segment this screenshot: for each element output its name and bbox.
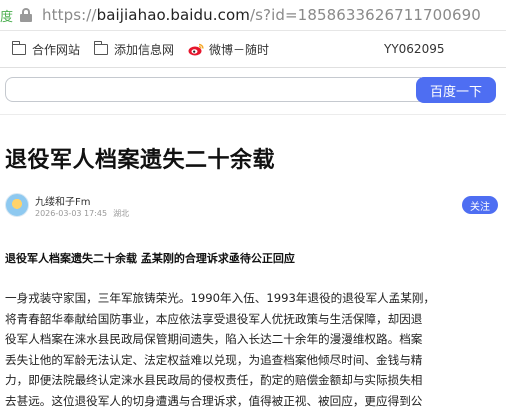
author-meta: 2026-03-03 17:45 湖北	[35, 208, 135, 219]
bookmark-folder-add-info[interactable]: 添加信息网	[93, 40, 175, 58]
author-row: 九缕和子Fm 2026-03-03 17:45 湖北 关注	[5, 193, 500, 223]
url-path: /s?id=1858633626711700690	[249, 6, 481, 24]
body-line: 去甚远。这位退役军人的切身遭遇与合理诉求，值得被正视、被回应，更应得到公	[5, 393, 423, 408]
url-scheme: https://	[42, 6, 97, 24]
article-body: 一身戎装守家国，三年军旅铸荣光。1990年入伍、1993年退役的退役军人孟某刚，…	[5, 288, 501, 411]
body-line: 力，即便法院最终认定涞水县民政局的侵权责任，酌定的赔偿金额却与实际损失相	[5, 373, 423, 387]
search-input[interactable]	[5, 77, 421, 102]
header-divider	[0, 114, 506, 115]
lock-icon	[20, 8, 34, 22]
search-area: 百度一下	[0, 68, 506, 114]
author-name[interactable]: 九缕和子Fm	[35, 193, 91, 208]
bookmark-folder-partner-sites[interactable]: 合作网站	[11, 40, 81, 58]
follow-button[interactable]: 关注	[462, 196, 498, 214]
bookmark-label: 合作网站	[32, 42, 81, 57]
search-button[interactable]: 百度一下	[416, 77, 496, 103]
bookmark-weibo[interactable]: 微博－随时	[188, 41, 269, 58]
bookmark-label: 微博－随时	[209, 42, 270, 57]
body-line: 将青春韶华奉献给国防事业，本应依法享受退役军人优抚政策与生活保障，却因退	[5, 311, 423, 326]
folder-icon	[11, 40, 26, 55]
body-line: 一身戎装守家国，三年军旅铸荣光。1990年入伍、1993年退役的退役军人孟某刚，	[5, 291, 436, 305]
article-subheading: 退役军人档案遗失二十余载 孟某刚的合理诉求亟待公正回应	[5, 252, 295, 265]
body-line: 丢失让他的军龄无法认定、法定权益难以兑现，为追查档案他倾尽时间、金钱与精	[5, 352, 423, 367]
url-host: baijiahao.baidu.com	[96, 6, 250, 24]
article-title: 退役军人档案遗失二十余载	[5, 148, 276, 173]
address-bar[interactable]: 度 https://baijiahao.baidu.com/s?id=18586…	[0, 0, 506, 31]
weibo-icon	[188, 43, 204, 55]
folder-icon	[93, 40, 109, 55]
bookmarks-bar: 合作网站 添加信息网 微博－随时 YY062095	[0, 31, 506, 68]
body-line: 役军人档案在涞水县民政局保管期间遗失，陷入长达二十余年的漫漫维权路。档案	[5, 332, 423, 346]
bookmark-label: 添加信息网	[114, 42, 175, 57]
avatar[interactable]	[5, 193, 29, 217]
url-text[interactable]: https://baijiahao.baidu.com/s?id=1858633…	[42, 6, 481, 24]
publish-datetime: 2026-03-03 17:45	[35, 209, 108, 218]
site-tag: 度	[0, 9, 14, 25]
bookmark-id-text: YY062095	[384, 42, 445, 56]
publish-location: 湖北	[113, 209, 130, 218]
